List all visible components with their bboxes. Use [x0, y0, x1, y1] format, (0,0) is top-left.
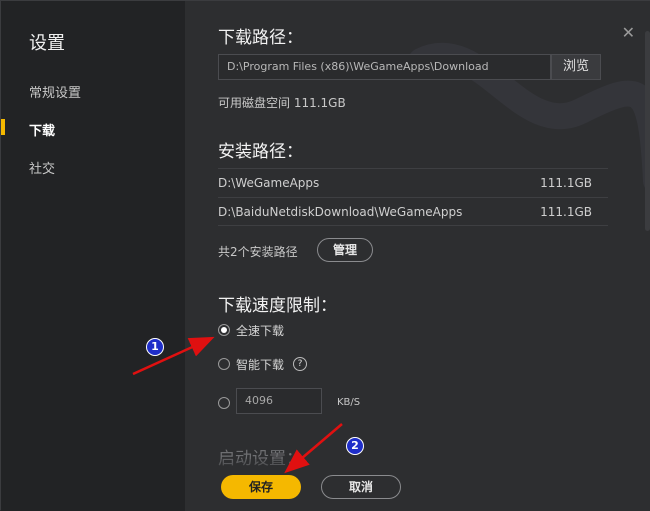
close-icon[interactable]: ✕ — [622, 23, 635, 42]
cancel-button[interactable]: 取消 — [321, 475, 401, 499]
sidebar: 设置 常规设置 下载 社交 — [1, 1, 185, 511]
speed-unit-label: KB/S — [337, 397, 361, 408]
disk-free-space: 可用磁盘空间 111.1GB — [218, 96, 346, 110]
download-path-field[interactable]: D:\Program Files (x86)\WeGameApps\Downlo… — [218, 54, 551, 80]
speed-limit-heading: 下载速度限制： — [218, 296, 337, 316]
annotation-badge: 2 — [346, 437, 364, 455]
browse-button[interactable]: 浏览 — [551, 54, 601, 80]
custom-speed-radio[interactable] — [218, 397, 230, 409]
sidebar-title: 设置 — [29, 33, 65, 54]
active-indicator — [1, 119, 5, 135]
scrollbar-thumb[interactable] — [645, 31, 650, 231]
install-path-size: 111.1GB — [540, 205, 592, 219]
smart-download-label[interactable]: 智能下载 — [236, 356, 284, 373]
speed-limit-input[interactable]: 4096 — [236, 388, 322, 414]
install-path-row[interactable]: D:\BaiduNetdiskDownload\WeGameApps 111.1… — [218, 197, 608, 226]
install-path-heading: 安装路径： — [218, 142, 303, 162]
sidebar-item-general[interactable]: 常规设置 — [29, 82, 81, 101]
smart-download-radio[interactable] — [218, 358, 230, 370]
download-path-heading: 下载路径： — [218, 28, 303, 48]
install-path-text: D:\WeGameApps — [218, 176, 320, 190]
install-path-size: 111.1GB — [540, 176, 592, 190]
full-speed-label[interactable]: 全速下载 — [236, 322, 284, 339]
manage-button[interactable]: 管理 — [317, 238, 373, 262]
help-icon[interactable]: ? — [293, 357, 307, 371]
install-path-text: D:\BaiduNetdiskDownload\WeGameApps — [218, 205, 463, 219]
install-path-count: 共2个安装路径 — [218, 245, 298, 259]
sidebar-item-download[interactable]: 下载 — [29, 120, 55, 139]
settings-content[interactable]: 下载路径： D:\Program Files (x86)\WeGameApps\… — [185, 1, 650, 511]
full-speed-radio[interactable] — [218, 324, 230, 336]
install-path-row[interactable]: D:\WeGameApps 111.1GB — [218, 168, 608, 197]
save-button[interactable]: 保存 — [221, 475, 301, 499]
annotation-badge: 1 — [146, 338, 164, 356]
settings-window: 设置 常规设置 下载 社交 下载路径： D:\Program Files (x8… — [0, 0, 650, 511]
sidebar-item-social[interactable]: 社交 — [29, 158, 55, 177]
